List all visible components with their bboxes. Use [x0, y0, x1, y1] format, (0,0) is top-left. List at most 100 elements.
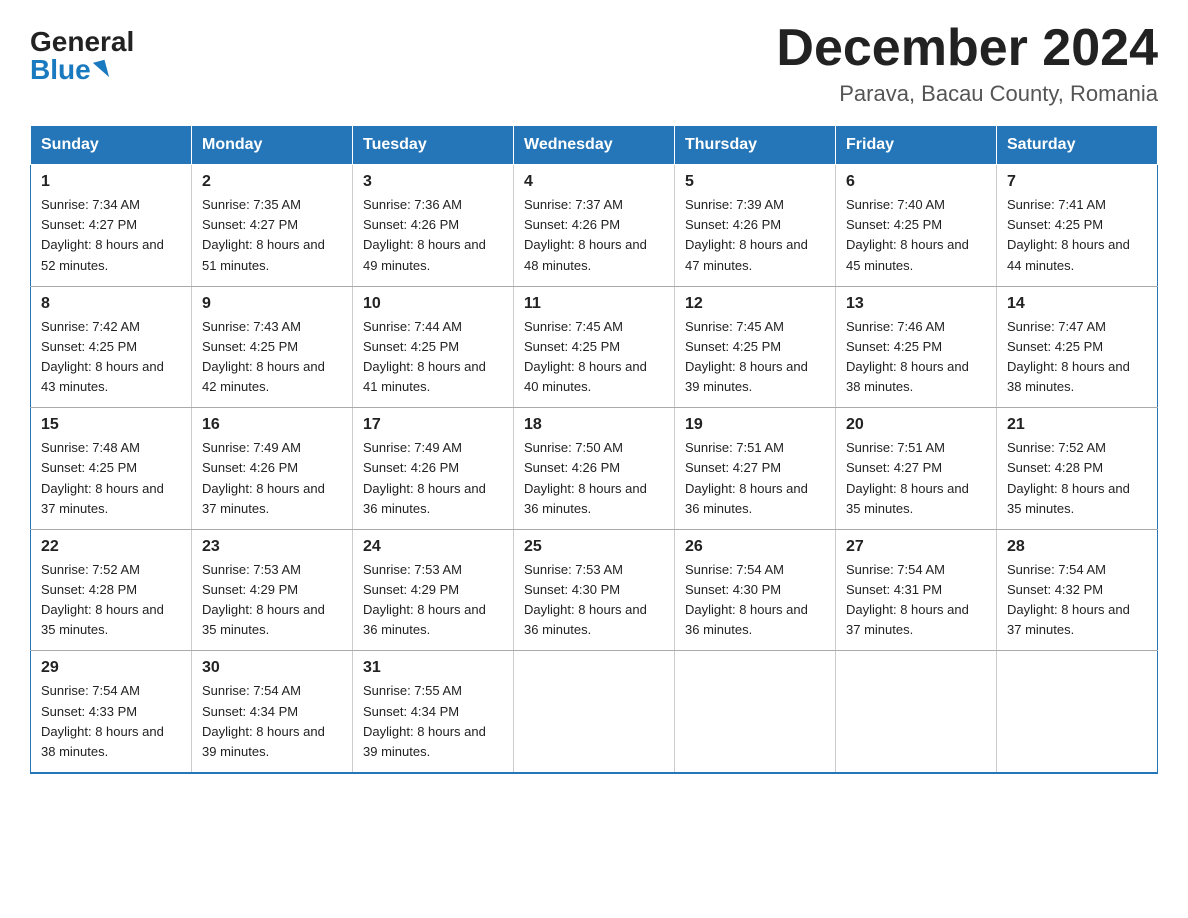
day-number: 31: [363, 659, 503, 677]
day-info: Sunrise: 7:42 AMSunset: 4:25 PMDaylight:…: [41, 319, 164, 394]
header-monday: Monday: [192, 126, 353, 165]
day-number: 9: [202, 295, 342, 313]
day-number: 22: [41, 538, 181, 556]
header-tuesday: Tuesday: [353, 126, 514, 165]
calendar-cell: 21 Sunrise: 7:52 AMSunset: 4:28 PMDaylig…: [997, 408, 1158, 530]
calendar-week-row: 22 Sunrise: 7:52 AMSunset: 4:28 PMDaylig…: [31, 529, 1158, 651]
day-info: Sunrise: 7:49 AMSunset: 4:26 PMDaylight:…: [202, 440, 325, 515]
calendar-cell: 20 Sunrise: 7:51 AMSunset: 4:27 PMDaylig…: [836, 408, 997, 530]
day-number: 13: [846, 295, 986, 313]
day-number: 14: [1007, 295, 1147, 313]
day-number: 7: [1007, 173, 1147, 191]
day-info: Sunrise: 7:49 AMSunset: 4:26 PMDaylight:…: [363, 440, 486, 515]
calendar-cell: 2 Sunrise: 7:35 AMSunset: 4:27 PMDayligh…: [192, 165, 353, 287]
day-number: 23: [202, 538, 342, 556]
day-number: 24: [363, 538, 503, 556]
day-number: 30: [202, 659, 342, 677]
day-number: 18: [524, 416, 664, 434]
calendar-table: SundayMondayTuesdayWednesdayThursdayFrid…: [30, 125, 1158, 774]
calendar-cell: 5 Sunrise: 7:39 AMSunset: 4:26 PMDayligh…: [675, 165, 836, 287]
day-number: 17: [363, 416, 503, 434]
calendar-cell: 6 Sunrise: 7:40 AMSunset: 4:25 PMDayligh…: [836, 165, 997, 287]
calendar-week-row: 15 Sunrise: 7:48 AMSunset: 4:25 PMDaylig…: [31, 408, 1158, 530]
calendar-cell: 22 Sunrise: 7:52 AMSunset: 4:28 PMDaylig…: [31, 529, 192, 651]
calendar-week-row: 1 Sunrise: 7:34 AMSunset: 4:27 PMDayligh…: [31, 165, 1158, 287]
calendar-cell: 16 Sunrise: 7:49 AMSunset: 4:26 PMDaylig…: [192, 408, 353, 530]
calendar-cell: 23 Sunrise: 7:53 AMSunset: 4:29 PMDaylig…: [192, 529, 353, 651]
day-info: Sunrise: 7:45 AMSunset: 4:25 PMDaylight:…: [685, 319, 808, 394]
calendar-cell: 7 Sunrise: 7:41 AMSunset: 4:25 PMDayligh…: [997, 165, 1158, 287]
day-number: 21: [1007, 416, 1147, 434]
day-number: 5: [685, 173, 825, 191]
day-number: 11: [524, 295, 664, 313]
calendar-cell: [675, 651, 836, 773]
header-sunday: Sunday: [31, 126, 192, 165]
day-number: 1: [41, 173, 181, 191]
calendar-cell: 27 Sunrise: 7:54 AMSunset: 4:31 PMDaylig…: [836, 529, 997, 651]
day-info: Sunrise: 7:54 AMSunset: 4:33 PMDaylight:…: [41, 683, 164, 758]
day-number: 20: [846, 416, 986, 434]
day-number: 12: [685, 295, 825, 313]
calendar-cell: 4 Sunrise: 7:37 AMSunset: 4:26 PMDayligh…: [514, 165, 675, 287]
calendar-cell: 31 Sunrise: 7:55 AMSunset: 4:34 PMDaylig…: [353, 651, 514, 773]
day-info: Sunrise: 7:44 AMSunset: 4:25 PMDaylight:…: [363, 319, 486, 394]
calendar-cell: [514, 651, 675, 773]
calendar-cell: 18 Sunrise: 7:50 AMSunset: 4:26 PMDaylig…: [514, 408, 675, 530]
day-info: Sunrise: 7:55 AMSunset: 4:34 PMDaylight:…: [363, 683, 486, 758]
day-info: Sunrise: 7:53 AMSunset: 4:29 PMDaylight:…: [202, 562, 325, 637]
calendar-header-row: SundayMondayTuesdayWednesdayThursdayFrid…: [31, 126, 1158, 165]
calendar-cell: 9 Sunrise: 7:43 AMSunset: 4:25 PMDayligh…: [192, 286, 353, 408]
calendar-cell: 8 Sunrise: 7:42 AMSunset: 4:25 PMDayligh…: [31, 286, 192, 408]
calendar-cell: 13 Sunrise: 7:46 AMSunset: 4:25 PMDaylig…: [836, 286, 997, 408]
calendar-cell: 14 Sunrise: 7:47 AMSunset: 4:25 PMDaylig…: [997, 286, 1158, 408]
day-number: 15: [41, 416, 181, 434]
day-info: Sunrise: 7:51 AMSunset: 4:27 PMDaylight:…: [685, 440, 808, 515]
day-info: Sunrise: 7:37 AMSunset: 4:26 PMDaylight:…: [524, 197, 647, 272]
title-block: December 2024 Parava, Bacau County, Roma…: [776, 20, 1158, 107]
day-info: Sunrise: 7:53 AMSunset: 4:29 PMDaylight:…: [363, 562, 486, 637]
calendar-cell: 15 Sunrise: 7:48 AMSunset: 4:25 PMDaylig…: [31, 408, 192, 530]
header-saturday: Saturday: [997, 126, 1158, 165]
day-number: 28: [1007, 538, 1147, 556]
calendar-cell: 29 Sunrise: 7:54 AMSunset: 4:33 PMDaylig…: [31, 651, 192, 773]
logo-general-text: General: [30, 28, 134, 56]
day-number: 3: [363, 173, 503, 191]
logo-blue-text: Blue: [30, 56, 107, 84]
day-info: Sunrise: 7:48 AMSunset: 4:25 PMDaylight:…: [41, 440, 164, 515]
day-number: 16: [202, 416, 342, 434]
day-number: 10: [363, 295, 503, 313]
logo: General Blue: [30, 20, 134, 84]
calendar-cell: 12 Sunrise: 7:45 AMSunset: 4:25 PMDaylig…: [675, 286, 836, 408]
page-header: General Blue December 2024 Parava, Bacau…: [30, 20, 1158, 107]
day-info: Sunrise: 7:54 AMSunset: 4:34 PMDaylight:…: [202, 683, 325, 758]
calendar-week-row: 8 Sunrise: 7:42 AMSunset: 4:25 PMDayligh…: [31, 286, 1158, 408]
calendar-cell: 28 Sunrise: 7:54 AMSunset: 4:32 PMDaylig…: [997, 529, 1158, 651]
calendar-cell: 26 Sunrise: 7:54 AMSunset: 4:30 PMDaylig…: [675, 529, 836, 651]
day-info: Sunrise: 7:51 AMSunset: 4:27 PMDaylight:…: [846, 440, 969, 515]
day-number: 6: [846, 173, 986, 191]
calendar-cell: 3 Sunrise: 7:36 AMSunset: 4:26 PMDayligh…: [353, 165, 514, 287]
calendar-cell: 10 Sunrise: 7:44 AMSunset: 4:25 PMDaylig…: [353, 286, 514, 408]
day-info: Sunrise: 7:47 AMSunset: 4:25 PMDaylight:…: [1007, 319, 1130, 394]
month-year-title: December 2024: [776, 20, 1158, 77]
day-info: Sunrise: 7:39 AMSunset: 4:26 PMDaylight:…: [685, 197, 808, 272]
day-number: 4: [524, 173, 664, 191]
location-subtitle: Parava, Bacau County, Romania: [776, 81, 1158, 107]
day-info: Sunrise: 7:36 AMSunset: 4:26 PMDaylight:…: [363, 197, 486, 272]
day-info: Sunrise: 7:40 AMSunset: 4:25 PMDaylight:…: [846, 197, 969, 272]
calendar-cell: 19 Sunrise: 7:51 AMSunset: 4:27 PMDaylig…: [675, 408, 836, 530]
header-wednesday: Wednesday: [514, 126, 675, 165]
day-number: 27: [846, 538, 986, 556]
day-info: Sunrise: 7:54 AMSunset: 4:30 PMDaylight:…: [685, 562, 808, 637]
calendar-cell: 1 Sunrise: 7:34 AMSunset: 4:27 PMDayligh…: [31, 165, 192, 287]
day-info: Sunrise: 7:54 AMSunset: 4:31 PMDaylight:…: [846, 562, 969, 637]
day-info: Sunrise: 7:41 AMSunset: 4:25 PMDaylight:…: [1007, 197, 1130, 272]
day-info: Sunrise: 7:53 AMSunset: 4:30 PMDaylight:…: [524, 562, 647, 637]
calendar-cell: 30 Sunrise: 7:54 AMSunset: 4:34 PMDaylig…: [192, 651, 353, 773]
calendar-week-row: 29 Sunrise: 7:54 AMSunset: 4:33 PMDaylig…: [31, 651, 1158, 773]
calendar-cell: 25 Sunrise: 7:53 AMSunset: 4:30 PMDaylig…: [514, 529, 675, 651]
calendar-cell: [997, 651, 1158, 773]
calendar-cell: 24 Sunrise: 7:53 AMSunset: 4:29 PMDaylig…: [353, 529, 514, 651]
calendar-cell: [836, 651, 997, 773]
day-info: Sunrise: 7:46 AMSunset: 4:25 PMDaylight:…: [846, 319, 969, 394]
